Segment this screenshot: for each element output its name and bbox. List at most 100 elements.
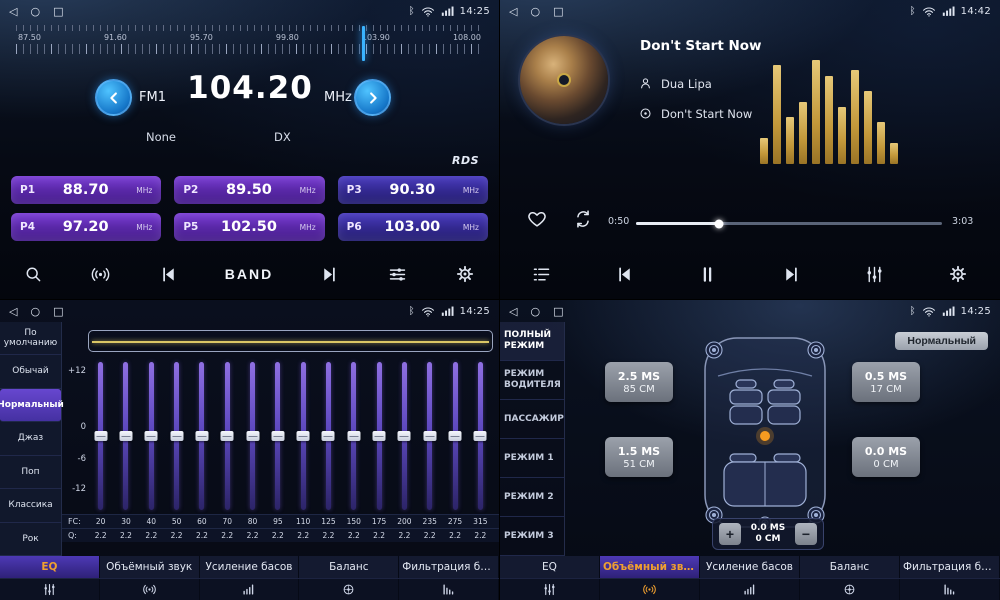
surround-mode-item[interactable]: ПОЛНЫЙ РЕЖИМ: [500, 322, 564, 361]
filter-tab-icon-cell[interactable]: [900, 579, 1000, 600]
progress-bar[interactable]: [636, 222, 942, 225]
sound-profile-button[interactable]: Нормальный: [895, 332, 988, 350]
slider-track[interactable]: [123, 362, 128, 510]
recents-icon[interactable]: □: [53, 305, 63, 318]
slider-track[interactable]: [199, 362, 204, 510]
audio-tab[interactable]: EQ: [0, 556, 100, 578]
eq-band-slider[interactable]: [88, 362, 113, 510]
previous-track-button[interactable]: [614, 264, 635, 285]
back-icon[interactable]: ◁: [9, 305, 17, 318]
audio-tab[interactable]: Фильтрация басов: [900, 556, 1000, 578]
slider-track[interactable]: [402, 362, 407, 510]
eq-band-slider[interactable]: [442, 362, 467, 510]
playlist-button[interactable]: [531, 264, 552, 285]
tune-settings-button[interactable]: [387, 264, 408, 285]
decrease-delay-button[interactable]: −: [795, 523, 817, 545]
slider-knob[interactable]: [449, 431, 462, 441]
scan-search-button[interactable]: [23, 264, 44, 285]
frequency-ruler[interactable]: 87.5091.6095.7099.80103.90108.00: [16, 25, 483, 62]
eq-band-slider[interactable]: [139, 362, 164, 510]
station-scan-button[interactable]: [90, 264, 111, 285]
slider-knob[interactable]: [195, 431, 208, 441]
previous-station-button[interactable]: [158, 264, 179, 285]
back-icon[interactable]: ◁: [509, 305, 517, 318]
band-button[interactable]: BAND: [225, 266, 273, 282]
slider-knob[interactable]: [170, 431, 183, 441]
eq-band-slider[interactable]: [189, 362, 214, 510]
audio-tab[interactable]: EQ: [500, 556, 600, 578]
eq-preset-item[interactable]: По умолчанию: [0, 322, 61, 355]
balance-tab-icon-cell[interactable]: [800, 579, 900, 600]
increase-delay-button[interactable]: +: [719, 523, 741, 545]
slider-track[interactable]: [250, 362, 255, 510]
eq-band-slider[interactable]: [291, 362, 316, 510]
surround-tab-icon-cell[interactable]: [600, 579, 700, 600]
surround-mode-item[interactable]: РЕЖИМ ВОДИТЕЛЯ: [500, 361, 564, 400]
delay-front-right[interactable]: 0.5 MS 17 CM: [852, 362, 920, 402]
slider-knob[interactable]: [297, 431, 310, 441]
slider-track[interactable]: [275, 362, 280, 510]
preset-button-p4[interactable]: P497.20MHz: [11, 213, 161, 241]
eq-band-slider[interactable]: [468, 362, 493, 510]
surround-tab-icon-cell[interactable]: [100, 579, 200, 600]
preset-button-p5[interactable]: P5102.50MHz: [174, 213, 324, 241]
slider-track[interactable]: [351, 362, 356, 510]
slider-knob[interactable]: [119, 431, 132, 441]
recents-icon[interactable]: □: [553, 305, 563, 318]
eq-band-slider[interactable]: [240, 362, 265, 510]
seek-up-button[interactable]: [354, 79, 391, 116]
audio-tab[interactable]: Баланс: [299, 556, 399, 578]
eq-tab-icon-cell[interactable]: [0, 579, 100, 600]
surround-mode-item[interactable]: РЕЖИМ 2: [500, 478, 564, 517]
next-track-button[interactable]: [781, 264, 802, 285]
preset-button-p3[interactable]: P390.30MHz: [338, 176, 488, 204]
slider-track[interactable]: [301, 362, 306, 510]
home-icon[interactable]: ○: [30, 5, 40, 18]
delay-rear-right[interactable]: 0.0 MS 0 CM: [852, 437, 920, 477]
bass-boost-tab-icon-cell[interactable]: [700, 579, 800, 600]
bass-boost-tab-icon-cell[interactable]: [200, 579, 300, 600]
slider-track[interactable]: [149, 362, 154, 510]
pause-button[interactable]: [697, 264, 718, 285]
seek-down-button[interactable]: [95, 79, 132, 116]
eq-preset-item[interactable]: Поп: [0, 456, 61, 489]
preset-button-p1[interactable]: P188.70MHz: [11, 176, 161, 204]
eq-preset-item[interactable]: Классика: [0, 489, 61, 522]
eq-band-slider[interactable]: [164, 362, 189, 510]
home-icon[interactable]: ○: [530, 5, 540, 18]
filter-tab-icon-cell[interactable]: [399, 579, 499, 600]
eq-preset-item[interactable]: Джаз: [0, 422, 61, 455]
audio-tab[interactable]: Баланс: [800, 556, 900, 578]
recents-icon[interactable]: □: [553, 5, 563, 18]
surround-mode-item[interactable]: РЕЖИМ 1: [500, 439, 564, 478]
slider-knob[interactable]: [246, 431, 259, 441]
eq-band-slider[interactable]: [341, 362, 366, 510]
slider-track[interactable]: [98, 362, 103, 510]
eq-preset-item[interactable]: Рок: [0, 523, 61, 556]
eq-preset-item[interactable]: Нормальный: [0, 389, 61, 422]
surround-mode-item[interactable]: РЕЖИМ 3: [500, 517, 564, 556]
back-icon[interactable]: ◁: [9, 5, 17, 18]
eq-band-slider[interactable]: [113, 362, 138, 510]
preset-button-p6[interactable]: P6103.00MHz: [338, 213, 488, 241]
slider-knob[interactable]: [94, 431, 107, 441]
audio-tab[interactable]: Усиление басов: [700, 556, 800, 578]
slider-knob[interactable]: [145, 431, 158, 441]
slider-track[interactable]: [478, 362, 483, 510]
delay-front-left[interactable]: 2.5 MS 85 CM: [605, 362, 673, 402]
eq-band-slider[interactable]: [417, 362, 442, 510]
slider-track[interactable]: [225, 362, 230, 510]
preset-button-p2[interactable]: P289.50MHz: [174, 176, 324, 204]
eq-band-slider[interactable]: [215, 362, 240, 510]
dx-mode-label[interactable]: DX: [274, 130, 291, 144]
slider-track[interactable]: [174, 362, 179, 510]
audio-tab[interactable]: Усиление басов: [200, 556, 300, 578]
slider-knob[interactable]: [271, 431, 284, 441]
recents-icon[interactable]: □: [53, 5, 63, 18]
album-art[interactable]: [520, 36, 608, 124]
audio-tab[interactable]: Объёмный звук: [600, 556, 700, 578]
slider-track[interactable]: [453, 362, 458, 510]
back-icon[interactable]: ◁: [509, 5, 517, 18]
slider-knob[interactable]: [347, 431, 360, 441]
eq-band-slider[interactable]: [265, 362, 290, 510]
